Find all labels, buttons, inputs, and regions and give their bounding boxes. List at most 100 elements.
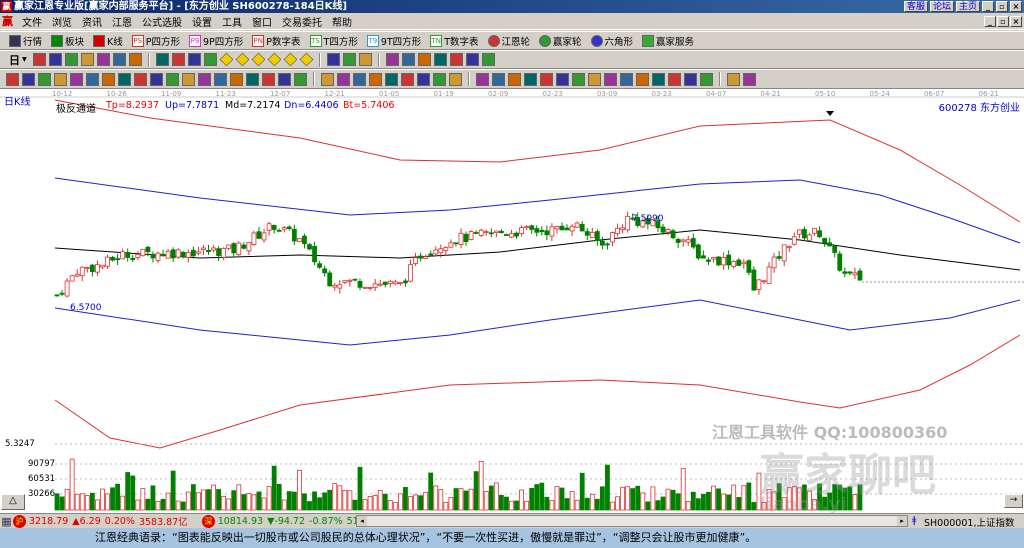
candle-select-icon[interactable] [96,53,110,66]
toolbar-kline[interactable]: K线 [90,34,126,48]
mdi-minimize-button[interactable]: _ [984,16,996,27]
mdi-close-button[interactable]: × [1010,16,1022,27]
first-bar-icon[interactable] [155,53,169,66]
close-button[interactable]: × [1010,1,1022,12]
ratio3-icon[interactable] [652,72,665,86]
pen-icon[interactable] [572,72,585,86]
menu-gann[interactable]: 江恩 [107,14,137,29]
last-bar-icon[interactable] [171,53,185,66]
angle-icon[interactable] [166,72,179,86]
toolbar-9p-square[interactable]: P9 9P四方形 [186,34,246,48]
toolbar-p-number-table[interactable]: PN P数字表 [249,34,303,48]
report-icon[interactable] [449,53,463,66]
toolbar-dollar[interactable]: 赢家服务 [639,34,697,48]
menu-window[interactable]: 窗口 [247,14,277,29]
wheel-icon[interactable] [492,72,505,86]
percent-icon[interactable] [508,72,521,86]
calculator-icon[interactable]: ▦ [0,515,13,528]
red-box-icon[interactable] [246,72,259,86]
calendar-grid-icon[interactable] [385,53,399,66]
eraser-icon[interactable] [102,72,115,86]
span-icon[interactable] [294,72,307,86]
ratio5-icon[interactable] [684,72,697,86]
menu-settings[interactable]: 设置 [187,14,217,29]
parallel-icon[interactable] [134,72,147,86]
menu-trade[interactable]: 交易委托 [277,14,327,29]
mdi-restore-button[interactable]: ▫ [997,16,1009,27]
menu-formula[interactable]: 公式选股 [137,14,187,29]
move-right-icon[interactable] [267,52,282,67]
indicator2-icon[interactable] [80,53,94,66]
next-icon[interactable] [203,53,217,66]
layers-icon[interactable] [449,72,462,86]
wave-icon[interactable] [401,72,414,86]
fibonacci-icon[interactable] [150,72,163,86]
zoom-in-icon[interactable] [219,52,234,67]
crosshair-icon[interactable] [342,53,356,66]
angle2-icon[interactable] [385,72,398,86]
menu-browse[interactable]: 浏览 [47,14,77,29]
restore-button[interactable]: ▫ [996,1,1008,12]
cycle-icon[interactable] [86,72,99,86]
trade-icon[interactable] [481,53,495,66]
draw-icon[interactable] [358,53,372,66]
zoom-out-icon[interactable] [235,52,250,67]
ratio2-icon[interactable] [636,72,649,86]
toggle-panel-button[interactable]: △ [1,494,25,510]
menu-tools[interactable]: 工具 [217,14,247,29]
rect-icon[interactable] [321,72,334,86]
toolbar-p-square[interactable]: PS P四方形 [129,34,183,48]
formula-icon[interactable] [401,53,415,66]
fan-lines-icon[interactable] [337,72,350,86]
grid4-icon[interactable] [433,72,446,86]
weight-icon[interactable] [112,53,126,66]
gold-icon[interactable] [556,72,569,86]
prev-icon[interactable] [187,53,201,66]
indicator-icon[interactable] [64,53,78,66]
box-icon[interactable] [214,72,227,86]
ratio-icon[interactable] [620,72,633,86]
toolbar-hexagon[interactable]: 六角形 [588,34,637,48]
toolbar-t-number-table[interactable]: TN T数字表 [427,34,481,48]
self-select-icon[interactable] [48,53,62,66]
move-down-icon[interactable] [299,52,314,67]
cross-icon[interactable] [198,72,211,86]
menu-file[interactable]: 文件 [17,14,47,29]
ratio4-icon[interactable] [668,72,681,86]
gann-fan2-icon[interactable] [54,72,67,86]
chart-type-icon[interactable] [32,53,46,66]
period-select[interactable]: 日 ▾ [6,52,30,68]
toolbar-gann-wheel[interactable]: 江恩轮 [485,34,534,48]
toolbar-winner-wheel[interactable]: 赢家轮 [536,34,585,48]
scroll-right-arrow-icon[interactable]: ▸ [897,516,907,526]
grid-icon[interactable] [22,72,35,86]
red-box2-icon[interactable] [262,72,275,86]
move-up-icon[interactable] [283,52,298,67]
menu-help[interactable]: 帮助 [327,14,357,29]
hand-icon[interactable] [326,53,340,66]
toolbar-9t-square[interactable]: T9 9T四方形 [364,34,424,48]
scroll-left-arrow-icon[interactable]: ◂ [357,516,367,526]
move-left-icon[interactable] [251,52,266,67]
flag-icon[interactable] [128,53,142,66]
yinyang-icon[interactable] [727,72,740,86]
home-link[interactable]: 主页 [955,1,980,12]
forum-link[interactable]: 论坛 [929,1,954,12]
circle-icon[interactable] [118,72,131,86]
infinity-icon[interactable] [743,72,756,86]
gold2-icon[interactable] [588,72,601,86]
ratio6-icon[interactable] [700,72,713,86]
time-line-icon[interactable] [70,72,83,86]
toolbar-t-square[interactable]: TS T四方形 [307,34,361,48]
toolbar-sector[interactable]: 板块 [48,34,87,48]
save-icon[interactable] [465,53,479,66]
spiral-icon[interactable] [353,72,366,86]
square-icon[interactable] [369,72,382,86]
gold3-icon[interactable] [604,72,617,86]
scroll-right-button[interactable]: → [1004,494,1023,508]
menu-info[interactable]: 资讯 [77,14,107,29]
minimize-button[interactable]: _ [982,1,994,12]
speed-line-icon[interactable] [230,72,243,86]
service-link[interactable]: 客服 [903,1,928,12]
status-scrollbar[interactable]: ◂ ▸ [356,515,908,527]
